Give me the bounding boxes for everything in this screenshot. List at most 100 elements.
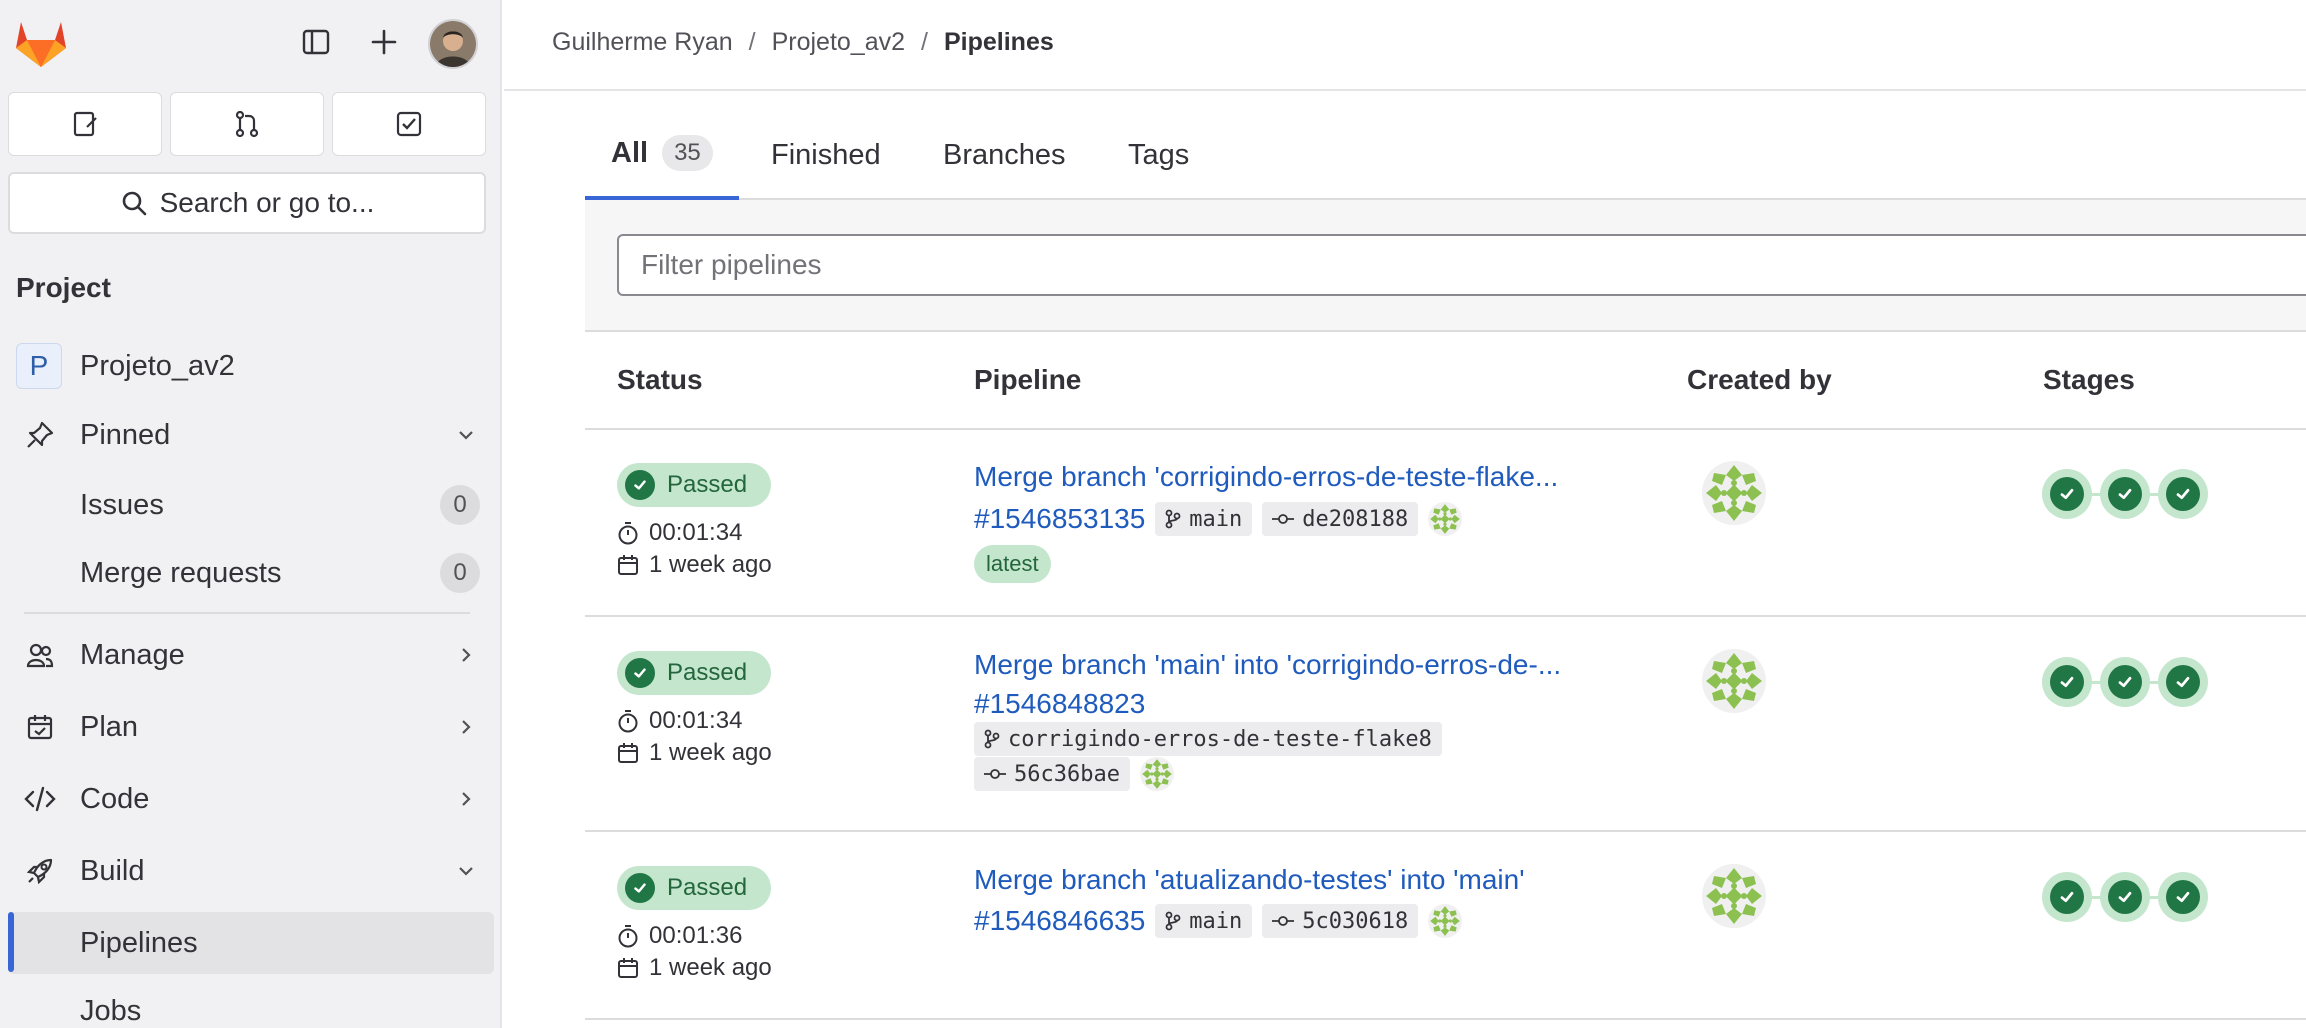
sidebar-item-manage[interactable]: Manage bbox=[8, 624, 494, 686]
check-circle-icon bbox=[625, 658, 655, 688]
tab-finished[interactable]: Finished bbox=[771, 110, 881, 200]
sidebar-item-label: Pinned bbox=[80, 418, 171, 451]
creator-avatar[interactable] bbox=[1702, 649, 1766, 713]
pipeline-id-link[interactable]: #1546853135 bbox=[974, 503, 1145, 535]
check-circle-icon bbox=[625, 873, 655, 903]
sidebar-item-label: Merge requests bbox=[80, 556, 282, 589]
timer-icon bbox=[617, 709, 639, 733]
merge-requests-button[interactable] bbox=[170, 92, 324, 156]
tab-label: Branches bbox=[943, 138, 1066, 171]
sidebar-item-project[interactable]: P Projeto_av2 bbox=[8, 335, 494, 397]
column-header-status: Status bbox=[617, 364, 703, 395]
breadcrumb-user[interactable]: Guilherme Ryan bbox=[552, 28, 733, 57]
breadcrumb-separator: / bbox=[921, 28, 928, 56]
stage-connector bbox=[2150, 895, 2158, 899]
chevron-right-icon bbox=[454, 787, 478, 811]
calendar-icon bbox=[24, 711, 56, 743]
table-header-divider bbox=[585, 428, 2306, 430]
breadcrumb-project[interactable]: Projeto_av2 bbox=[772, 28, 905, 57]
filter-pipelines-input[interactable]: Filter pipelines bbox=[617, 234, 2306, 296]
sidebar: Search or go to... Project P Projeto_av2… bbox=[0, 0, 502, 1028]
pipeline-id-link[interactable]: #1546846635 bbox=[974, 905, 1145, 937]
search-button[interactable]: Search or go to... bbox=[8, 172, 486, 234]
commit-sha[interactable]: de208188 bbox=[1262, 502, 1419, 536]
breadcrumb-current[interactable]: Pipelines bbox=[944, 28, 1054, 57]
pipeline-meta: corrigindo-erros-de-teste-flake8 bbox=[974, 722, 1442, 756]
stage-passed-icon[interactable] bbox=[2100, 469, 2150, 519]
branch-ref[interactable]: main bbox=[1155, 904, 1253, 938]
creator-avatar[interactable] bbox=[1702, 864, 1766, 928]
stage-passed-icon[interactable] bbox=[2158, 469, 2208, 519]
pipeline-commit-title[interactable]: Merge branch 'main' into 'corrigindo-err… bbox=[974, 649, 1561, 681]
stage-connector bbox=[2150, 680, 2158, 684]
status-badge[interactable]: Passed bbox=[617, 651, 771, 695]
sidebar-item-build[interactable]: Build bbox=[8, 840, 494, 902]
pipeline-stages bbox=[2042, 657, 2208, 707]
stage-passed-icon[interactable] bbox=[2158, 657, 2208, 707]
stage-passed-icon[interactable] bbox=[2100, 872, 2150, 922]
commit-author-avatar[interactable] bbox=[1428, 502, 1462, 536]
status-label: Passed bbox=[667, 874, 748, 901]
assigned-issues-button[interactable] bbox=[8, 92, 162, 156]
toggle-sidebar-icon[interactable] bbox=[294, 20, 338, 64]
branch-ref[interactable]: main bbox=[1155, 502, 1253, 536]
sidebar-item-jobs[interactable]: Jobs bbox=[8, 980, 494, 1028]
code-icon bbox=[24, 783, 56, 815]
sidebar-item-pinned[interactable]: Pinned bbox=[8, 404, 494, 466]
search-icon bbox=[120, 189, 148, 217]
project-badge: P bbox=[16, 343, 62, 389]
commit-author-avatar[interactable] bbox=[1140, 757, 1174, 791]
check-circle-icon bbox=[625, 470, 655, 500]
filter-bar: Filter pipelines bbox=[585, 200, 2306, 332]
timer-icon bbox=[617, 521, 639, 545]
commit-sha[interactable]: 56c36bae bbox=[974, 757, 1130, 791]
tab-branches[interactable]: Branches bbox=[943, 110, 1066, 200]
stage-passed-icon[interactable] bbox=[2158, 872, 2208, 922]
duration: 00:01:34 bbox=[617, 707, 742, 735]
status-badge[interactable]: Passed bbox=[617, 463, 771, 507]
sidebar-item-issues[interactable]: Issues 0 bbox=[8, 474, 494, 536]
stage-passed-icon[interactable] bbox=[2042, 872, 2092, 922]
duration: 00:01:36 bbox=[617, 922, 742, 950]
divider bbox=[24, 612, 470, 614]
todo-list-button[interactable] bbox=[332, 92, 486, 156]
creator-avatar[interactable] bbox=[1702, 461, 1766, 525]
stage-passed-icon[interactable] bbox=[2100, 657, 2150, 707]
pipeline-tabs: All 35 Finished Branches Tags bbox=[585, 110, 2306, 200]
issues-count-badge: 0 bbox=[440, 485, 480, 525]
pin-icon bbox=[24, 419, 56, 451]
gitlab-logo-icon[interactable] bbox=[14, 18, 68, 68]
user-avatar[interactable] bbox=[428, 19, 478, 69]
tab-tags[interactable]: Tags bbox=[1128, 110, 1189, 200]
commit-sha-text: 5c030618 bbox=[1302, 908, 1409, 934]
rocket-icon bbox=[24, 855, 56, 887]
branch-name: corrigindo-erros-de-teste-flake8 bbox=[1008, 726, 1432, 752]
branch-ref[interactable]: corrigindo-erros-de-teste-flake8 bbox=[974, 722, 1442, 756]
sidebar-item-merge-requests[interactable]: Merge requests 0 bbox=[8, 542, 494, 604]
branch-icon bbox=[1165, 509, 1181, 529]
tab-count-badge: 35 bbox=[662, 135, 713, 171]
commit-author-avatar[interactable] bbox=[1428, 904, 1462, 938]
branch-name: main bbox=[1189, 506, 1243, 532]
stage-passed-icon[interactable] bbox=[2042, 657, 2092, 707]
pipeline-id-link[interactable]: #1546848823 bbox=[974, 688, 1145, 720]
sidebar-item-code[interactable]: Code bbox=[8, 768, 494, 830]
pipeline-commit-title[interactable]: Merge branch 'atualizando-testes' into '… bbox=[974, 864, 1525, 896]
status-label: Passed bbox=[667, 471, 748, 498]
calendar-icon bbox=[617, 554, 639, 576]
sidebar-item-pipelines[interactable]: Pipelines bbox=[8, 912, 494, 974]
duration-text: 00:01:34 bbox=[649, 707, 743, 734]
pipeline-stages bbox=[2042, 469, 2208, 519]
finished-time: 1 week ago bbox=[617, 739, 772, 767]
tab-all[interactable]: All 35 bbox=[585, 110, 739, 200]
plus-icon[interactable] bbox=[362, 20, 406, 64]
sidebar-item-plan[interactable]: Plan bbox=[8, 696, 494, 758]
header-divider bbox=[504, 89, 2306, 91]
pipeline-commit-title[interactable]: Merge branch 'corrigindo-erros-de-teste-… bbox=[974, 461, 1558, 493]
stage-passed-icon[interactable] bbox=[2042, 469, 2092, 519]
column-header-pipeline: Pipeline bbox=[974, 364, 1082, 395]
search-label: Search or go to... bbox=[159, 187, 375, 218]
sidebar-item-label: Code bbox=[80, 782, 150, 815]
commit-sha[interactable]: 5c030618 bbox=[1262, 904, 1419, 938]
status-badge[interactable]: Passed bbox=[617, 866, 771, 910]
